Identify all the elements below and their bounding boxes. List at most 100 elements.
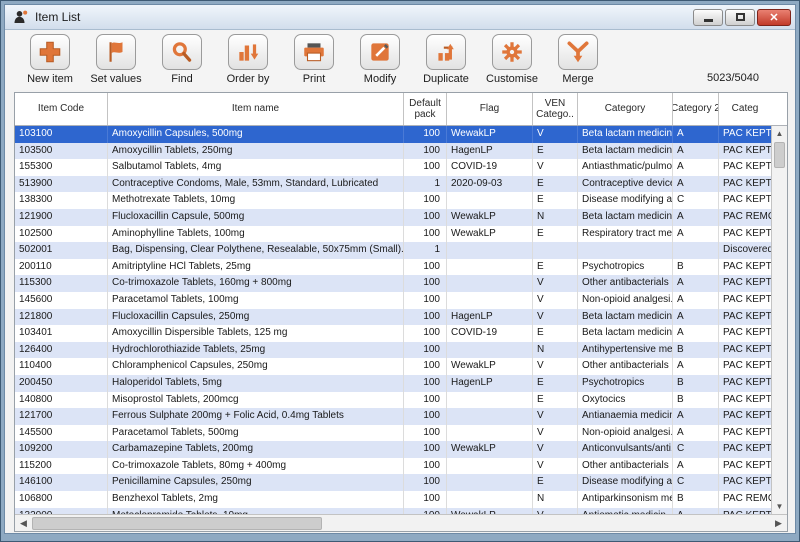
new-item-label: New item — [27, 73, 73, 85]
table-row[interactable]: 126400Hydrochlorothiazide Tablets, 25mg1… — [15, 342, 771, 359]
cell-ven: E — [533, 325, 578, 342]
cell-category3: PAC KEPT 1 — [719, 126, 771, 143]
table-row[interactable]: 140800Misoprostol Tablets, 200mcg100EOxy… — [15, 392, 771, 409]
cell-category: Disease modifying a.. — [578, 192, 673, 209]
cell-category2: A — [673, 226, 719, 243]
title-bar[interactable]: Item List ✕ — [5, 5, 795, 30]
column-header-item_name[interactable]: Item name — [108, 93, 404, 125]
cell-item_name: Amoxycillin Capsules, 500mg — [108, 126, 404, 143]
cell-flag: WewakLP — [447, 126, 533, 143]
order-by-button[interactable]: Order by — [215, 34, 281, 85]
cell-category: Other antibacterials — [578, 358, 673, 375]
cell-flag — [447, 491, 533, 508]
print-button[interactable]: Print — [281, 34, 347, 85]
table-row[interactable]: 200450Haloperidol Tablets, 5mg100HagenLP… — [15, 375, 771, 392]
header-filler — [771, 93, 787, 125]
cell-ven: V — [533, 408, 578, 425]
window-title: Item List — [35, 10, 693, 24]
table-row[interactable]: 121700Ferrous Sulphate 200mg + Folic Aci… — [15, 408, 771, 425]
cell-category3: PAC KEPT 1 — [719, 176, 771, 193]
cell-item_code: 121700 — [15, 408, 108, 425]
table-row[interactable]: 115300Co-trimoxazole Tablets, 160mg + 80… — [15, 275, 771, 292]
table-row[interactable]: 145500Paracetamol Tablets, 500mg100VNon-… — [15, 425, 771, 442]
column-header-ven[interactable]: VEN Catego.. — [533, 93, 578, 125]
table-row[interactable]: 103401Amoxycillin Dispersible Tablets, 1… — [15, 325, 771, 342]
table-row[interactable]: 200110Amitriptyline HCl Tablets, 25mg100… — [15, 259, 771, 276]
cell-category2: A — [673, 159, 719, 176]
cell-item_code: 103401 — [15, 325, 108, 342]
cell-item_name: Misoprostol Tablets, 200mcg — [108, 392, 404, 409]
table-row[interactable]: 103500Amoxycillin Tablets, 250mg100Hagen… — [15, 143, 771, 160]
table-row[interactable]: 110400Chloramphenicol Capsules, 250mg100… — [15, 358, 771, 375]
table-row[interactable]: 155300Salbutamol Tablets, 4mg100COVID-19… — [15, 159, 771, 176]
set-values-button[interactable]: Set values — [83, 34, 149, 85]
table-row[interactable]: 145600Paracetamol Tablets, 100mg100VNon-… — [15, 292, 771, 309]
cell-category3: PAC KEPT 1 — [719, 458, 771, 475]
cell-default_pack: 100 — [404, 126, 447, 143]
scroll-up-icon[interactable]: ▲ — [772, 126, 787, 141]
maximize-button[interactable] — [725, 9, 755, 26]
table-row[interactable]: 513900Contraceptive Condoms, Male, 53mm,… — [15, 176, 771, 193]
table-row[interactable]: 121900Flucloxacillin Capsule, 500mg100We… — [15, 209, 771, 226]
cell-item_code: 138300 — [15, 192, 108, 209]
cell-default_pack: 100 — [404, 143, 447, 160]
table-row[interactable]: 138300Methotrexate Tablets, 10mg100EDise… — [15, 192, 771, 209]
scroll-left-icon[interactable]: ◀ — [15, 515, 32, 531]
table-row[interactable]: 103100Amoxycillin Capsules, 500mg100Wewa… — [15, 126, 771, 143]
cell-default_pack: 100 — [404, 408, 447, 425]
close-button[interactable]: ✕ — [757, 9, 791, 26]
horizontal-scrollbar[interactable]: ◀ ▶ — [15, 514, 787, 531]
modify-label: Modify — [364, 73, 396, 85]
column-header-item_code[interactable]: Item Code — [15, 93, 108, 125]
new-item-button[interactable]: New item — [17, 34, 83, 85]
maximize-icon — [736, 13, 745, 21]
table-row[interactable]: 121800Flucloxacillin Capsules, 250mg100H… — [15, 309, 771, 326]
cell-category: Antihypertensive me.. — [578, 342, 673, 359]
cell-category2: B — [673, 342, 719, 359]
scroll-down-icon[interactable]: ▼ — [772, 499, 787, 514]
find-button[interactable]: Find — [149, 34, 215, 85]
cell-ven: N — [533, 342, 578, 359]
cell-default_pack: 100 — [404, 441, 447, 458]
minimize-icon — [704, 19, 713, 22]
table-row[interactable]: 502001Bag, Dispensing, Clear Polythene, … — [15, 242, 771, 259]
modify-button[interactable]: Modify — [347, 34, 413, 85]
cell-category2: A — [673, 275, 719, 292]
column-header-category3[interactable]: Categ — [719, 93, 771, 125]
horizontal-scroll-thumb[interactable] — [32, 517, 322, 530]
vertical-scroll-thumb[interactable] — [774, 142, 785, 168]
cell-item_name: Amoxycillin Dispersible Tablets, 125 mg — [108, 325, 404, 342]
column-header-default_pack[interactable]: Default pack — [404, 93, 447, 125]
table-row[interactable]: 106800Benzhexol Tablets, 2mg100NAntipark… — [15, 491, 771, 508]
customise-button[interactable]: Customise — [479, 34, 545, 85]
cell-ven: V — [533, 441, 578, 458]
duplicate-button[interactable]: Duplicate — [413, 34, 479, 85]
cell-ven: E — [533, 392, 578, 409]
cell-item_name: Paracetamol Tablets, 100mg — [108, 292, 404, 309]
cell-flag — [447, 392, 533, 409]
cell-ven: V — [533, 425, 578, 442]
minimize-button[interactable] — [693, 9, 723, 26]
table-row[interactable]: 146100Penicillamine Capsules, 250mg100ED… — [15, 474, 771, 491]
cell-default_pack: 100 — [404, 425, 447, 442]
cell-category: Disease modifying a.. — [578, 474, 673, 491]
table-row[interactable]: 109200Carbamazepine Tablets, 200mg100Wew… — [15, 441, 771, 458]
cell-flag — [447, 292, 533, 309]
cell-flag: 2020-09-03 — [447, 176, 533, 193]
cell-ven: V — [533, 358, 578, 375]
column-header-category2[interactable]: Category 2 — [673, 93, 719, 125]
table-row[interactable]: 102500Aminophylline Tablets, 100mg100Wew… — [15, 226, 771, 243]
cell-category2: A — [673, 358, 719, 375]
cell-item_name: Carbamazepine Tablets, 200mg — [108, 441, 404, 458]
table-row[interactable]: 115200Co-trimoxazole Tablets, 80mg + 400… — [15, 458, 771, 475]
scroll-right-icon[interactable]: ▶ — [770, 515, 787, 531]
cell-item_code: 140800 — [15, 392, 108, 409]
vertical-scrollbar[interactable]: ▲ ▼ — [771, 126, 787, 514]
cell-ven: E — [533, 226, 578, 243]
cell-item_name: Paracetamol Tablets, 500mg — [108, 425, 404, 442]
merge-button[interactable]: Merge — [545, 34, 611, 85]
cell-category2: A — [673, 408, 719, 425]
cell-item_name: Flucloxacillin Capsule, 500mg — [108, 209, 404, 226]
column-header-flag[interactable]: Flag — [447, 93, 533, 125]
column-header-category[interactable]: Category — [578, 93, 673, 125]
